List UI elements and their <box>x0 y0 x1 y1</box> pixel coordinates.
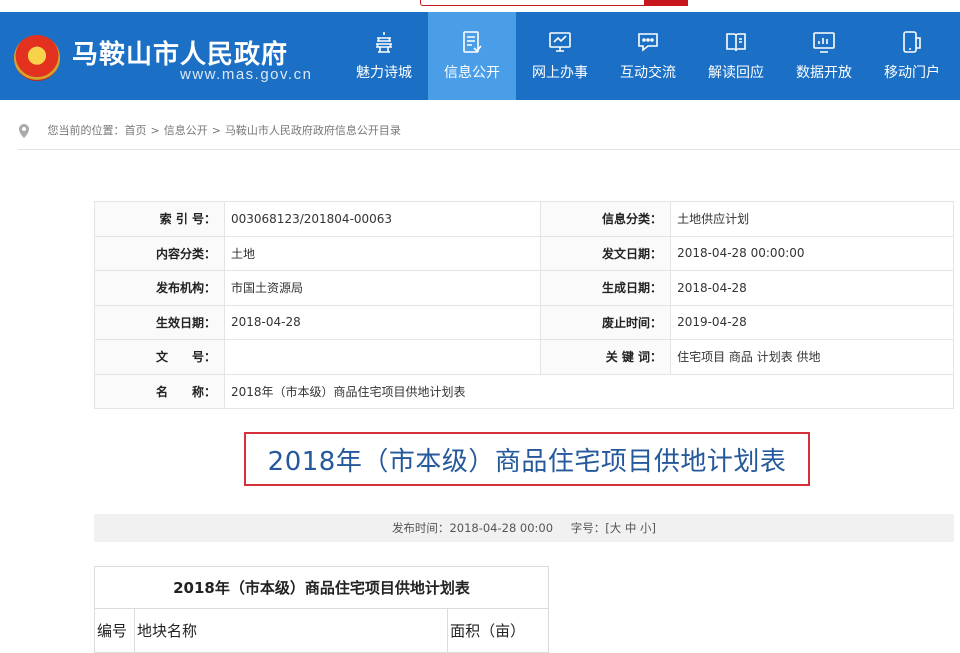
main-nav: 魅力诗城 信息公开 网上办事 互动交流 解读回应 数据开放 移动门户 <box>340 12 956 100</box>
font-size-control: 字号：[大 中 小] <box>571 521 656 535</box>
metadata-row: 发布机构： 市国土资源局 生成日期： 2018-04-28 <box>94 270 954 306</box>
document-title: 2018年（市本级）商品住宅项目供地计划表 <box>244 432 810 486</box>
chat-bubble-icon <box>636 30 660 54</box>
chart-screen-icon <box>812 30 836 54</box>
nav-item-interaction[interactable]: 互动交流 <box>604 12 692 100</box>
search-box[interactable] <box>420 0 688 6</box>
column-header-area: 面积（亩） <box>447 608 549 653</box>
font-size-label: 字号：[ <box>570 521 610 535</box>
mobile-icon <box>900 30 924 54</box>
font-size-medium-button[interactable]: 中 <box>625 521 637 535</box>
publish-info-bar: 发布时间：2018-04-28 00:00 字号：[大 中 小] <box>94 514 954 542</box>
national-emblem-icon: ★ <box>14 35 60 81</box>
document-number-label: 文 号： <box>94 339 225 375</box>
publish-time-label: 发布时间： <box>391 521 450 535</box>
breadcrumb-prefix: 您当前的位置： <box>47 124 125 137</box>
metadata-table: 索 引 号： 003068123/201804-00063 信息分类： 土地供应… <box>94 201 954 409</box>
metadata-row: 生效日期： 2018-04-28 废止时间： 2019-04-28 <box>94 304 954 340</box>
table-header-row: 编号 地块名称 面积（亩） <box>94 608 549 653</box>
nav-item-mobile-portal[interactable]: 移动门户 <box>868 12 956 100</box>
metadata-row: 内容分类： 土地 发文日期： 2018-04-28 00:00:00 <box>94 235 954 271</box>
publish-time-value: 2018-04-28 00:00 <box>449 521 554 535</box>
metadata-row: 名 称： 2018年（市本级）商品住宅项目供地计划表 <box>94 373 954 409</box>
nav-item-charm-city[interactable]: 魅力诗城 <box>340 12 428 100</box>
nav-label: 魅力诗城 <box>356 65 412 81</box>
keywords-value: 住宅项目 商品 计划表 供地 <box>670 339 954 375</box>
index-number-value: 003068123/201804-00063 <box>223 201 542 237</box>
search-button[interactable] <box>644 0 688 6</box>
generated-date-label: 生成日期： <box>540 270 672 306</box>
font-size-large-button[interactable]: 大 <box>610 521 622 535</box>
effective-date-label: 生效日期： <box>94 304 225 340</box>
breadcrumb-separator: > <box>150 124 160 137</box>
document-icon <box>460 30 484 54</box>
breadcrumb-catalog[interactable]: 马鞍山市人民政府政府信息公开目录 <box>225 124 401 137</box>
monitor-icon <box>548 30 572 54</box>
breadcrumb-home[interactable]: 首页 <box>125 124 147 137</box>
font-size-close: ] <box>651 521 657 535</box>
breadcrumb-info-disclosure[interactable]: 信息公开 <box>164 124 208 137</box>
nav-item-info-disclosure[interactable]: 信息公开 <box>428 12 516 100</box>
issue-date-label: 发文日期： <box>540 235 672 271</box>
site-header: ★ 马鞍山市人民政府 www.mas.gov.cn 魅力诗城 信息公开 网上办事 <box>0 12 960 100</box>
location-pin-icon <box>18 124 30 138</box>
nav-item-online-services[interactable]: 网上办事 <box>516 12 604 100</box>
nav-label: 信息公开 <box>444 65 500 81</box>
site-url: www.mas.gov.cn <box>180 66 313 83</box>
document-number-value <box>223 339 542 375</box>
expiry-date-label: 废止时间： <box>540 304 672 340</box>
nav-item-open-data[interactable]: 数据开放 <box>780 12 868 100</box>
nav-label: 移动门户 <box>884 65 940 81</box>
table-caption-row: 2018年（市本级）商品住宅项目供地计划表 <box>94 566 549 609</box>
info-category-label: 信息分类： <box>540 201 672 237</box>
breadcrumb-separator: > <box>211 124 221 137</box>
column-header-parcel-name: 地块名称 <box>133 608 449 653</box>
content-category-value: 土地 <box>223 235 542 271</box>
index-number-label: 索 引 号： <box>94 201 225 237</box>
nav-label: 互动交流 <box>620 65 676 81</box>
nav-label: 解读回应 <box>708 65 764 81</box>
name-label: 名 称： <box>94 373 225 409</box>
table-caption: 2018年（市本级）商品住宅项目供地计划表 <box>94 566 549 609</box>
effective-date-value: 2018-04-28 <box>223 304 542 340</box>
font-size-small-button[interactable]: 小 <box>640 521 652 535</box>
pagoda-icon <box>372 30 396 54</box>
column-header-number: 编号 <box>94 608 135 653</box>
generated-date-value: 2018-04-28 <box>670 270 954 306</box>
expiry-date-value: 2019-04-28 <box>670 304 954 340</box>
publisher-value: 市国土资源局 <box>223 270 542 306</box>
publisher-label: 发布机构： <box>94 270 225 306</box>
content-category-label: 内容分类： <box>94 235 225 271</box>
issue-date-value: 2018-04-28 00:00:00 <box>670 235 954 271</box>
land-supply-table: 2018年（市本级）商品住宅项目供地计划表 编号 地块名称 面积（亩） <box>94 566 549 653</box>
document-title-text: 2018年（市本级）商品住宅项目供地计划表 <box>267 446 787 477</box>
info-category-value: 土地供应计划 <box>670 201 954 237</box>
nav-label: 数据开放 <box>796 65 852 81</box>
name-value: 2018年（市本级）商品住宅项目供地计划表 <box>224 373 954 409</box>
nav-label: 网上办事 <box>532 65 588 81</box>
top-strip <box>0 0 960 12</box>
nav-item-interpretation[interactable]: 解读回应 <box>692 12 780 100</box>
open-book-icon <box>724 30 748 54</box>
keywords-label: 关 键 词： <box>540 339 672 375</box>
breadcrumb: 您当前的位置：首页 > 信息公开 > 马鞍山市人民政府政府信息公开目录 <box>18 122 401 140</box>
metadata-row: 文 号： 关 键 词： 住宅项目 商品 计划表 供地 <box>94 339 954 375</box>
divider <box>18 149 960 150</box>
metadata-row: 索 引 号： 003068123/201804-00063 信息分类： 土地供应… <box>94 201 954 237</box>
